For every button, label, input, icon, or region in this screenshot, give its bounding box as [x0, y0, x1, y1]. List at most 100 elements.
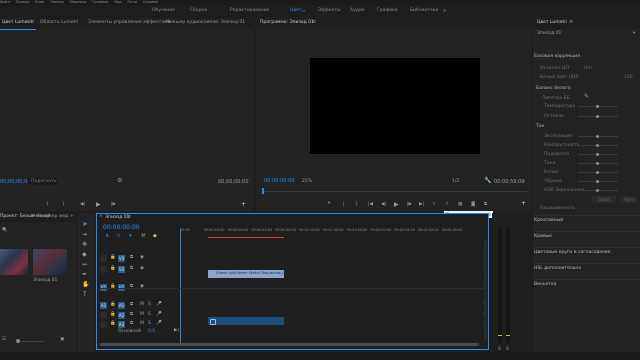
program-playhead[interactable]	[262, 188, 264, 194]
tone-row-slider-knob[interactable]	[596, 180, 599, 183]
workspace-tab-2[interactable]: Редактирование	[230, 8, 269, 14]
program-goto-out-icon[interactable]: ▶|	[419, 202, 424, 208]
source-patch-A1[interactable]: A1	[100, 302, 107, 309]
lumetri-section-2[interactable]: Цветовые круги и согласование	[534, 250, 611, 255]
tone-row-slider-knob[interactable]	[596, 135, 599, 138]
hand-tool-icon[interactable]: ✋	[82, 282, 89, 288]
track-lock-icon[interactable]: 🔒	[110, 312, 116, 318]
program-camera-icon[interactable]: ◙	[471, 202, 475, 208]
lumetri-clip-chevron-icon[interactable]: ▾	[633, 31, 635, 37]
audio-clip[interactable]	[208, 317, 284, 325]
track-solo-icon[interactable]: S	[148, 302, 151, 308]
timeline-close-icon[interactable]: ×	[99, 214, 103, 220]
menu-item-2[interactable]: Клип	[35, 0, 44, 4]
menu-item-7[interactable]: Окно	[128, 0, 137, 4]
timeline-h-scrollbar[interactable]	[98, 343, 480, 346]
source-mark-out-icon[interactable]: }	[62, 202, 65, 208]
program-proxy-icon[interactable]: ▦	[458, 202, 462, 208]
source-step-forward-icon[interactable]: |▶	[111, 202, 116, 208]
track-sync-icon[interactable]: ⧉	[130, 266, 133, 272]
track-mute-icon[interactable]: M	[140, 321, 144, 327]
project-thumb-2[interactable]	[33, 249, 67, 275]
menu-item-1[interactable]: Правка	[16, 0, 29, 4]
tone-row-slider-knob[interactable]	[596, 189, 599, 192]
program-compare-icon[interactable]: ⧉	[484, 202, 487, 208]
video-clip[interactable]: Очень light Warm Sketch Водовозов (V)	[208, 270, 287, 278]
wb-row-slider-knob[interactable]	[596, 115, 599, 118]
auto-button[interactable]: Авто	[620, 196, 638, 203]
track-eye-icon[interactable]: ◉	[140, 255, 144, 261]
source-step-back-icon[interactable]: ◀|	[80, 202, 85, 208]
timeline-v-scrollbar[interactable]	[484, 240, 487, 340]
tone-row-slider-knob[interactable]	[596, 162, 599, 165]
menu-item-4[interactable]: Маркеры	[70, 0, 87, 4]
track-lock-icon[interactable]: 🔒	[110, 302, 116, 308]
program-mark-in-icon[interactable]: |	[343, 202, 345, 208]
tone-row-slider-knob[interactable]	[596, 153, 599, 156]
tone-section-label[interactable]: Тон	[536, 124, 544, 129]
timeline-settings-icon[interactable]: ⚒	[141, 234, 145, 239]
track-lock-icon[interactable]: 🔒	[110, 255, 116, 261]
wb-row-slider-knob[interactable]	[596, 105, 599, 108]
timeline-timecode[interactable]: 00:00:00:00	[103, 225, 140, 231]
razor-tool-icon[interactable]: ◆	[82, 252, 87, 258]
selection-tool-icon[interactable]: ➤	[82, 221, 88, 228]
lumetri-section-0[interactable]: Креативный	[534, 218, 563, 223]
menu-item-0[interactable]: Файл	[0, 0, 10, 4]
pen-tool-icon[interactable]: ✒	[82, 272, 87, 278]
program-goto-in-icon[interactable]: |◀	[368, 202, 373, 208]
menu-item-3[interactable]: Эпизод	[50, 0, 63, 4]
source-patch-V3[interactable]	[100, 255, 107, 262]
track-sync-icon[interactable]: ⧉	[130, 255, 133, 261]
ripple-tool-icon[interactable]: ✥	[82, 242, 87, 248]
project-zoom-slider[interactable]	[18, 341, 44, 342]
captions-icon[interactable]: ◆	[153, 234, 157, 239]
track-mic-icon[interactable]: 🎤	[156, 321, 162, 327]
timeline-ruler[interactable]: 00:00 00:00:15:00 00:00:30:00 00:00:45:00 00…	[180, 227, 484, 237]
project-search-icon[interactable]: 🔍	[2, 228, 8, 234]
lumetri-section-1[interactable]: Кривые	[534, 234, 552, 239]
type-tool-icon[interactable]: T	[83, 292, 87, 298]
timeline-tab[interactable]: Эпизод 01	[105, 215, 129, 221]
track-lock-icon[interactable]: 🔒	[110, 266, 116, 272]
program-zoom-dropdown[interactable]: 25%	[300, 178, 328, 185]
slip-tool-icon[interactable]: ↔	[82, 262, 87, 268]
menu-item-8[interactable]: Справка	[143, 0, 158, 4]
hdr-white-value[interactable]: 100	[624, 75, 633, 80]
track-lock-icon[interactable]: 🔒	[110, 321, 116, 327]
project-tab-menu-icon[interactable]: ≡	[30, 214, 34, 219]
lumetri-section-3[interactable]: HSL дополнительно	[534, 266, 581, 271]
source-mark-in-icon[interactable]: {	[46, 202, 49, 208]
source-timecode-left[interactable]: 00;00;00;00	[0, 180, 31, 185]
program-tab[interactable]: Программа: Эпизод 01	[260, 20, 314, 26]
tab-menu-icon[interactable]: ≡	[30, 20, 34, 25]
track-target-A2[interactable]: A2	[118, 312, 125, 319]
track-target-V3[interactable]: V3	[118, 255, 125, 262]
track-sync-icon[interactable]: ⧉	[130, 321, 133, 327]
workspace-tab-5[interactable]: Аудио	[350, 8, 365, 14]
program-step-forward-icon[interactable]: |▶	[407, 202, 412, 208]
master-goto-icon[interactable]: ▶|	[174, 328, 179, 334]
track-eye-icon[interactable]: ◉	[140, 266, 144, 272]
track-solo-icon[interactable]: S	[148, 312, 151, 318]
track-sync-icon[interactable]: ⧉	[130, 312, 133, 318]
lumetri-section-4[interactable]: Виньетка	[534, 282, 556, 287]
program-mark-out-icon[interactable]: }	[355, 202, 358, 208]
snap-icon[interactable]: ⋔	[105, 234, 109, 239]
track-mic-icon[interactable]: 🎤	[156, 312, 162, 318]
workspace-tab-menu-icon[interactable]: ≡	[302, 9, 306, 13]
tone-row-slider-knob[interactable]	[596, 171, 599, 174]
track-mute-icon[interactable]: M	[140, 302, 144, 308]
tab-lumetri-scopes[interactable]: Область Lumetri	[40, 20, 78, 26]
lumetri-tab-menu-icon[interactable]: ≡	[569, 20, 573, 25]
program-marker-icon[interactable]: ▾	[328, 201, 330, 207]
tab-effect-controls[interactable]: Элементы управления эффектами	[88, 20, 170, 26]
source-patch-A2[interactable]	[100, 312, 107, 319]
project-overflow-icon[interactable]: »	[70, 214, 73, 219]
media-browser-tab[interactable]: Браузер мед	[38, 214, 68, 220]
program-step-back-icon[interactable]: ◀|	[381, 202, 386, 208]
track-target-V2[interactable]: V2	[118, 266, 125, 273]
source-fit-dropdown[interactable]: Подогнать	[28, 178, 58, 185]
workspace-overflow-icon[interactable]: »	[443, 9, 446, 14]
wb-eyedropper-icon[interactable]: ✎	[584, 94, 589, 100]
